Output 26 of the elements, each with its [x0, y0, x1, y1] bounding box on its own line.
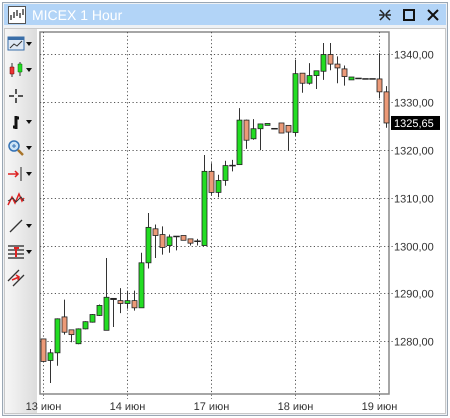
zoom-icon — [7, 139, 25, 157]
close-icon — [426, 8, 440, 22]
axis-label: 1300,00 — [394, 242, 434, 254]
axis-label: 1310,00 — [394, 194, 434, 206]
axis-label: 1330,00 — [394, 98, 434, 110]
chart-style-icon — [7, 61, 25, 79]
axis-label: 17 июн — [194, 401, 230, 413]
axis-label: 1340,00 — [394, 50, 434, 62]
axis-label: 13 июн — [26, 401, 62, 413]
axis-label: 1280,00 — [394, 336, 434, 348]
axis-label: 14 июн — [110, 401, 146, 413]
channel-icon — [7, 269, 25, 287]
crosshair-icon — [7, 87, 25, 105]
line-icon — [7, 217, 25, 235]
axis-label: 18 июн — [278, 401, 314, 413]
restore-icon — [378, 8, 392, 22]
chart-icon — [7, 35, 25, 53]
axis-label: 1320,00 — [394, 146, 434, 158]
chart-icon — [8, 6, 26, 24]
window-title: MICEX 1 Hour — [32, 6, 124, 22]
axis-label: 1290,00 — [394, 288, 434, 300]
levels-icon — [7, 243, 25, 261]
arrow-icon — [7, 165, 25, 183]
maximize-icon — [402, 8, 416, 22]
last-price-label: 1325,65 — [391, 116, 440, 130]
axis-label: 19 июн — [362, 401, 398, 413]
